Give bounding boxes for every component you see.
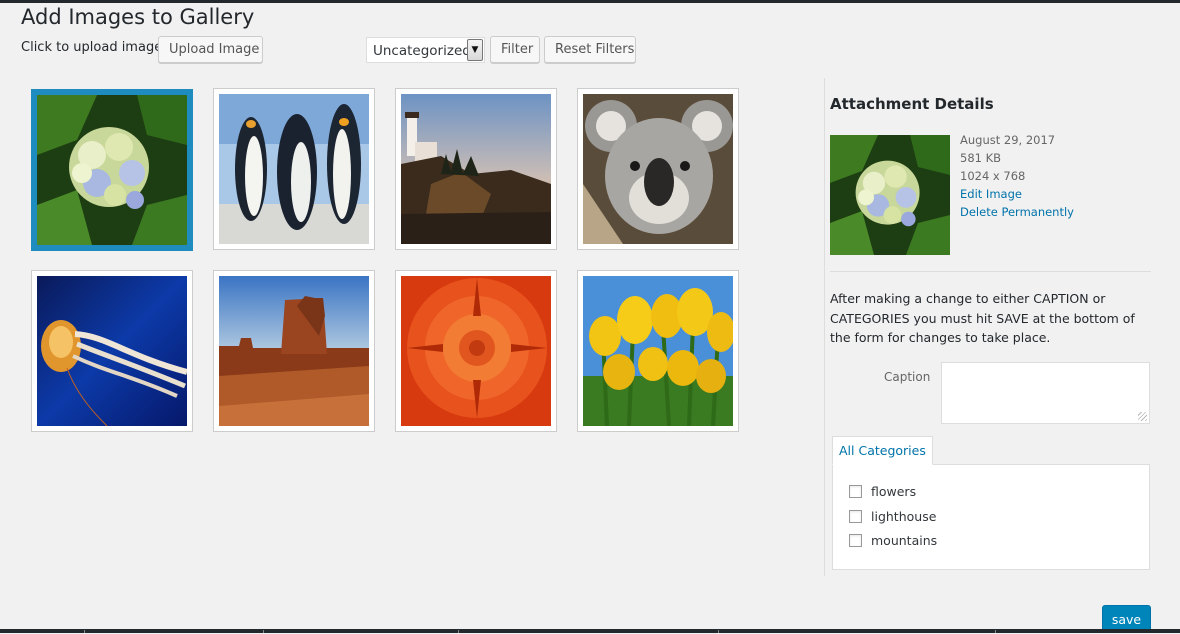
gallery-thumb-lighthouse[interactable] [395,88,557,250]
delete-permanently-link[interactable]: Delete Permanently [960,205,1074,219]
upload-date: August 29, 2017 [960,133,1056,147]
penguins-image [219,94,369,244]
upload-image-button[interactable]: Upload Image [158,36,263,63]
hydrangea-image [37,95,187,245]
chevron-down-icon[interactable]: ▼ [467,39,483,61]
edit-image-link[interactable]: Edit Image [960,187,1022,201]
sidebar-divider [824,78,825,576]
help-text: After making a change to either CAPTION … [830,291,1135,345]
category-checkbox[interactable] [849,485,862,498]
chrysanthemum-image [401,276,551,426]
koala-image [583,94,733,244]
category-select[interactable]: Uncategorized ▼ [366,37,485,63]
page-title: Add Images to Gallery [21,5,255,29]
image-dimensions: 1024 x 768 [960,169,1026,183]
category-item-lighthouse[interactable]: lighthouse [849,509,936,524]
filter-button[interactable]: Filter [490,36,540,63]
gallery-thumb-penguins[interactable] [213,88,375,250]
details-preview-image [830,135,950,255]
tab-all-categories[interactable]: All Categories [832,436,933,465]
category-select-value: Uncategorized [373,43,471,59]
gallery-thumb-jellyfish[interactable] [31,270,193,432]
gallery-thumb-hydrangea[interactable] [31,89,193,251]
category-checkbox[interactable] [849,534,862,547]
upload-label: Click to upload images [21,40,169,55]
caption-field[interactable] [941,362,1150,424]
gallery-thumb-koala[interactable] [577,88,739,250]
bottom-bar [0,629,1180,633]
resize-handle-icon[interactable] [1138,412,1147,421]
gallery-thumb-chrysanthemum[interactable] [395,270,557,432]
details-title: Attachment Details [830,95,994,113]
caption-label: Caption [884,370,931,384]
jellyfish-image [37,276,187,426]
top-admin-bar [0,0,1180,3]
category-checkbox[interactable] [849,510,862,523]
category-label: lighthouse [871,509,937,524]
desert-image [219,276,369,426]
tulips-image [583,276,733,426]
category-label: mountains [871,533,938,548]
reset-filters-button[interactable]: Reset Filters [544,36,636,63]
lighthouse-image [401,94,551,244]
gallery-thumb-desert[interactable] [213,270,375,432]
category-item-mountains[interactable]: mountains [849,533,937,548]
gallery-thumb-tulips[interactable] [577,270,739,432]
category-item-flowers[interactable]: flowers [849,484,916,499]
file-size: 581 KB [960,151,1002,165]
details-divider [830,271,1151,272]
category-label: flowers [871,484,917,499]
